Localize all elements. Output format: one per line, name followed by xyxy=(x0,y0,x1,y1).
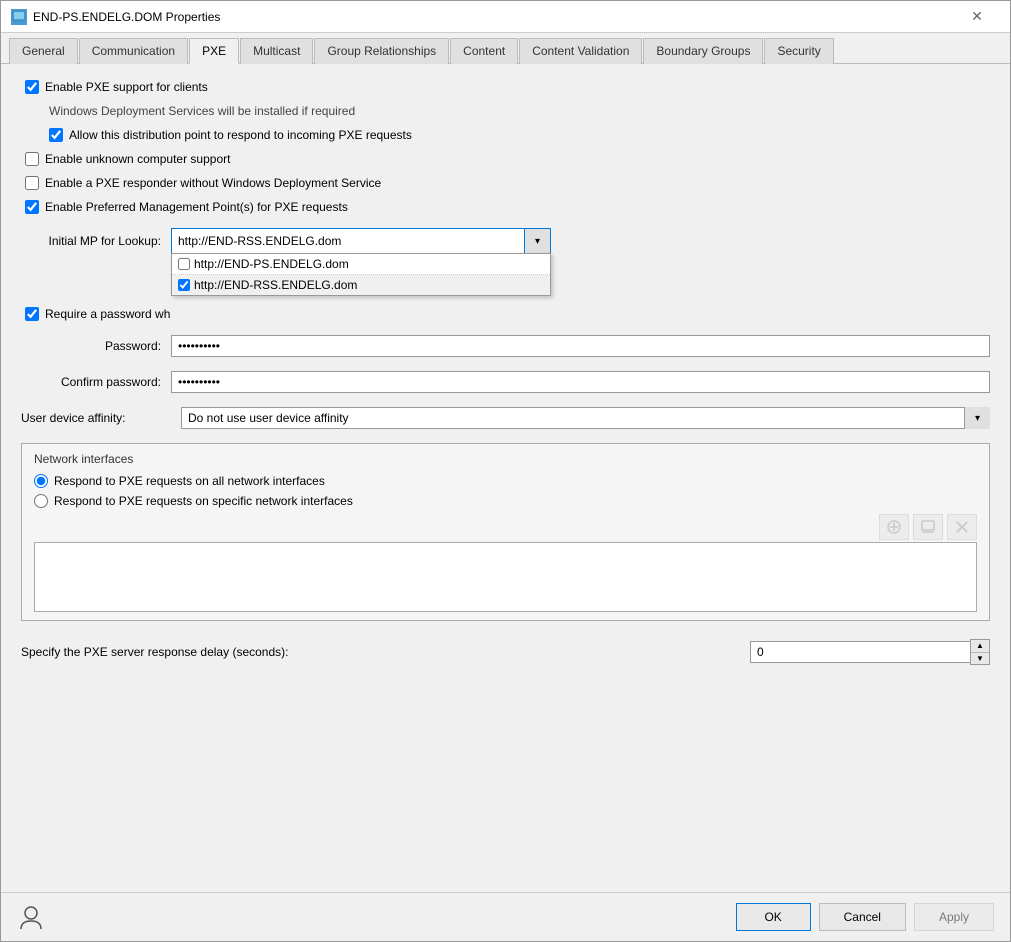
require-password-checkbox[interactable] xyxy=(25,307,39,321)
enable-responder-label: Enable a PXE responder without Windows D… xyxy=(45,176,381,190)
enable-pxe-row: Enable PXE support for clients xyxy=(25,80,990,94)
tab-general[interactable]: General xyxy=(9,38,78,64)
spinner-buttons: ▲ ▼ xyxy=(970,639,990,665)
affinity-label: User device affinity: xyxy=(21,411,171,425)
radio-all-label: Respond to PXE requests on all network i… xyxy=(54,474,325,488)
enable-preferred-label: Enable Preferred Management Point(s) for… xyxy=(45,200,348,214)
apply-button[interactable]: Apply xyxy=(914,903,994,931)
initial-mp-dropdown-main: http://END-RSS.ENDELG.dom ▾ xyxy=(171,228,551,253)
tab-group-relationships[interactable]: Group Relationships xyxy=(314,38,449,64)
affinity-select[interactable]: Do not use user device affinity Allow us… xyxy=(181,407,990,429)
tab-pxe[interactable]: PXE xyxy=(189,38,239,64)
tab-communication[interactable]: Communication xyxy=(79,38,188,64)
enable-unknown-label: Enable unknown computer support xyxy=(45,152,230,166)
enable-unknown-row: Enable unknown computer support xyxy=(25,152,990,166)
spinner-down-button[interactable]: ▼ xyxy=(971,652,989,664)
spinner-up-button[interactable]: ▲ xyxy=(971,640,989,652)
confirm-password-row: Confirm password: xyxy=(21,371,990,393)
delay-spinner: ▲ ▼ xyxy=(750,639,990,665)
require-password-label: Require a password wh xyxy=(45,307,170,321)
network-interfaces-group: Network interfaces Respond to PXE reques… xyxy=(21,443,990,621)
bottom-buttons: OK Cancel Apply xyxy=(736,903,994,931)
pxe-content: Enable PXE support for clients Windows D… xyxy=(1,64,1010,892)
allow-respond-row: Allow this distribution point to respond… xyxy=(49,128,990,142)
tabs-bar: General Communication PXE Multicast Grou… xyxy=(1,33,1010,64)
window-icon xyxy=(11,9,27,25)
network-interfaces-title: Network interfaces xyxy=(34,452,977,466)
cancel-button[interactable]: Cancel xyxy=(819,903,906,931)
user-affinity-row: User device affinity: Do not use user de… xyxy=(21,407,990,429)
initial-mp-label: Initial MP for Lookup: xyxy=(21,234,161,248)
dropdown-item-ps[interactable]: http://END-PS.ENDELG.dom xyxy=(172,254,550,275)
window-title: END-PS.ENDELG.DOM Properties xyxy=(33,10,220,24)
enable-preferred-checkbox[interactable] xyxy=(25,200,39,214)
initial-mp-dropdown: http://END-RSS.ENDELG.dom ▾ http://END-P… xyxy=(171,228,551,253)
dropdown-item-rss-label: http://END-RSS.ENDELG.dom xyxy=(194,278,357,292)
dropdown-item-ps-checkbox[interactable] xyxy=(178,258,190,270)
enable-unknown-checkbox[interactable] xyxy=(25,152,39,166)
dropdown-item-rss-checkbox[interactable] xyxy=(178,279,190,291)
require-password-row: Require a password wh xyxy=(25,307,990,321)
ok-button[interactable]: OK xyxy=(736,903,811,931)
dropdown-item-rss[interactable]: http://END-RSS.ENDELG.dom xyxy=(172,275,550,295)
radio-specific-interfaces[interactable] xyxy=(34,494,48,508)
enable-preferred-row: Enable Preferred Management Point(s) for… xyxy=(25,200,990,214)
allow-respond-label: Allow this distribution point to respond… xyxy=(69,128,412,142)
title-bar-left: END-PS.ENDELG.DOM Properties xyxy=(11,9,220,25)
password-row: Password: xyxy=(21,335,990,357)
wds-note: Windows Deployment Services will be inst… xyxy=(49,104,990,118)
tab-content-validation[interactable]: Content Validation xyxy=(519,38,642,64)
tab-content[interactable]: Content xyxy=(450,38,518,64)
initial-mp-list: http://END-PS.ENDELG.dom http://END-RSS.… xyxy=(171,253,551,296)
bottom-bar: OK Cancel Apply xyxy=(1,892,1010,941)
interfaces-toolbar xyxy=(34,514,977,540)
confirm-password-input[interactable] xyxy=(171,371,990,393)
delay-label: Specify the PXE server response delay (s… xyxy=(21,645,740,659)
radio-all-row: Respond to PXE requests on all network i… xyxy=(34,474,977,488)
affinity-select-container: Do not use user device affinity Allow us… xyxy=(181,407,990,429)
tab-boundary-groups[interactable]: Boundary Groups xyxy=(643,38,763,64)
password-label: Password: xyxy=(21,339,161,353)
add-interface-button[interactable] xyxy=(879,514,909,540)
dropdown-item-ps-label: http://END-PS.ENDELG.dom xyxy=(194,257,349,271)
enable-pxe-label: Enable PXE support for clients xyxy=(45,80,208,94)
initial-mp-row: Initial MP for Lookup: http://END-RSS.EN… xyxy=(21,228,990,253)
remove-interface-button[interactable] xyxy=(947,514,977,540)
enable-responder-row: Enable a PXE responder without Windows D… xyxy=(25,176,990,190)
enable-pxe-checkbox[interactable] xyxy=(25,80,39,94)
edit-interface-button[interactable] xyxy=(913,514,943,540)
user-icon xyxy=(17,903,45,931)
radio-specific-label: Respond to PXE requests on specific netw… xyxy=(54,494,353,508)
radio-all-interfaces[interactable] xyxy=(34,474,48,488)
delay-input[interactable] xyxy=(750,641,970,663)
password-input[interactable] xyxy=(171,335,990,357)
initial-mp-arrow[interactable]: ▾ xyxy=(524,229,550,253)
initial-mp-value: http://END-RSS.ENDELG.dom xyxy=(172,231,524,251)
confirm-password-label: Confirm password: xyxy=(21,375,161,389)
enable-responder-checkbox[interactable] xyxy=(25,176,39,190)
tab-security[interactable]: Security xyxy=(764,38,833,64)
interfaces-list xyxy=(34,542,977,612)
bottom-left xyxy=(17,903,45,931)
main-window: END-PS.ENDELG.DOM Properties ✕ General C… xyxy=(0,0,1011,942)
allow-respond-checkbox[interactable] xyxy=(49,128,63,142)
tab-multicast[interactable]: Multicast xyxy=(240,38,313,64)
delay-row: Specify the PXE server response delay (s… xyxy=(21,639,990,665)
radio-specific-row: Respond to PXE requests on specific netw… xyxy=(34,494,977,508)
title-bar: END-PS.ENDELG.DOM Properties ✕ xyxy=(1,1,1010,33)
close-button[interactable]: ✕ xyxy=(954,7,1000,27)
